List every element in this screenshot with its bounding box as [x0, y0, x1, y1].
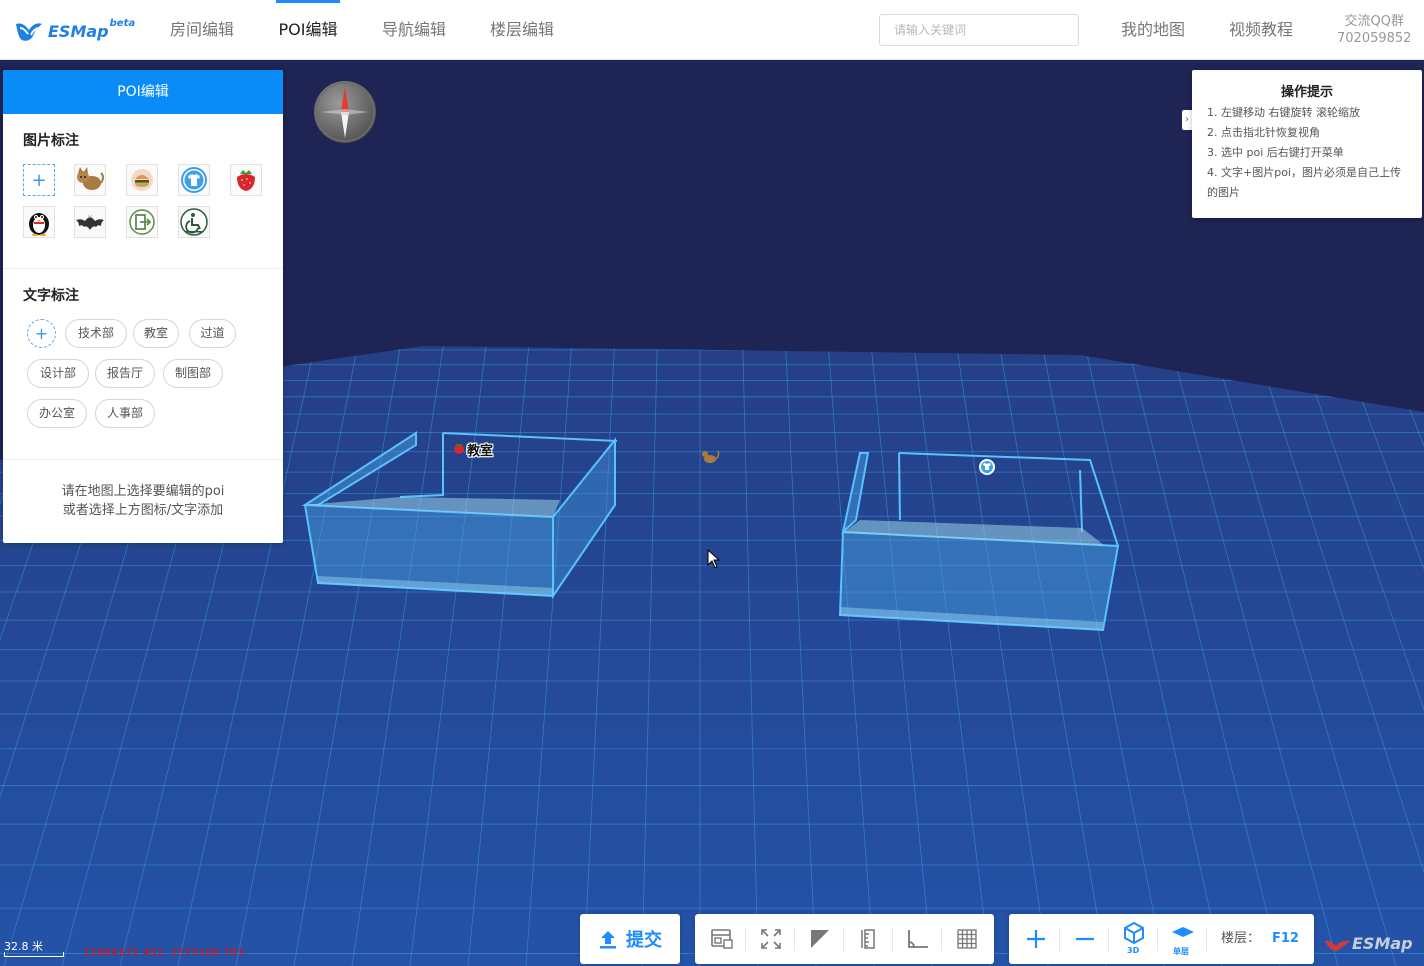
logo-bird-icon — [16, 23, 42, 41]
plus-icon — [1026, 930, 1045, 948]
operation-tips-panel: 操作提示 1. 左键移动 右键旋转 滚轮缩放 2. 点击指北针恢复视角 3. 选… — [1192, 70, 1422, 218]
view-3d-label: 3D — [1127, 946, 1140, 955]
text-tag-drafting-dept[interactable]: 制图部 — [163, 359, 223, 388]
tips-title: 操作提示 — [1280, 85, 1333, 100]
cube-icon — [1123, 922, 1144, 944]
tab-poi-edit[interactable]: POI编辑 — [276, 0, 340, 60]
poi-edit-panel: POI编辑 图片标注 + 文字标注 + 技术部 教室 过道 设计部 报告厅 制图… — [3, 70, 283, 543]
ruler-icon[interactable] — [844, 914, 893, 964]
watermark-text: ESMap — [1352, 934, 1413, 953]
text-section-title: 文字标注 — [23, 288, 79, 304]
angle-icon[interactable] — [893, 914, 942, 964]
submit-button[interactable]: 提交 — [580, 914, 680, 964]
tool-group — [695, 914, 994, 964]
coordinates-readout: 12684372.452, 2575106.793 — [83, 946, 244, 959]
logo[interactable]: ESMap beta — [14, 18, 135, 44]
scale-bar — [4, 952, 64, 957]
tips-item: 1. 左键移动 右键旋转 滚轮缩放 — [1207, 106, 1360, 119]
fullscreen-icon[interactable] — [746, 914, 795, 964]
zoom-in-button[interactable] — [1011, 914, 1060, 964]
text-tag-corridor[interactable]: 过道 — [189, 319, 236, 348]
qq-group-number: 702059852 — [1337, 31, 1412, 46]
penguin-icon[interactable] — [23, 206, 55, 238]
layout-icon[interactable] — [697, 914, 746, 964]
text-tag-classroom[interactable]: 教室 — [133, 319, 179, 348]
wheelchair-icon[interactable] — [178, 206, 210, 238]
bat-icon[interactable] — [74, 206, 106, 238]
panel-hint: 请在地图上选择要编辑的poi 或者选择上方图标/文字添加 — [3, 482, 283, 520]
logo-text: ESMap — [48, 22, 109, 41]
mouse-cursor-icon — [707, 549, 721, 569]
tool-separator — [1206, 927, 1207, 951]
tips-item: 2. 点击指北针恢复视角 — [1207, 126, 1320, 139]
strawberry-icon[interactable] — [230, 164, 262, 196]
search-input[interactable] — [879, 14, 1079, 46]
tshirt-poi-marker[interactable] — [979, 459, 995, 475]
panel-divider — [3, 268, 283, 269]
my-map-link[interactable]: 我的地图 — [1121, 0, 1185, 60]
tshirt-icon[interactable] — [178, 164, 210, 196]
tab-floor-edit[interactable]: 楼层编辑 — [480, 0, 564, 60]
single-floor-label: 单层 — [1173, 947, 1189, 956]
video-tutorial-link[interactable]: 视频教程 — [1229, 0, 1293, 60]
logo-beta: beta — [109, 18, 136, 29]
floor-label: 楼层： — [1221, 931, 1261, 946]
text-tag-hr-dept[interactable]: 人事部 — [95, 399, 155, 428]
view-3d-button[interactable] — [1109, 914, 1158, 964]
panel-hint-line1: 请在地图上选择要编辑的poi — [61, 484, 225, 499]
triangle-icon[interactable] — [795, 914, 844, 964]
exit-icon[interactable] — [126, 206, 158, 238]
text-tag-office[interactable]: 办公室 — [27, 399, 87, 428]
text-tag-tech-dept[interactable]: 技术部 — [65, 319, 127, 348]
watermark-bird-icon — [1325, 940, 1351, 951]
panel-divider — [3, 459, 283, 460]
tab-nav-edit[interactable]: 导航编辑 — [372, 0, 456, 60]
watermark-logo: ESMap — [1324, 934, 1413, 953]
view-control-group: 3D 单层 楼层： F12 — [1009, 914, 1314, 964]
upload-icon — [600, 931, 616, 949]
tips-item: 4. 文字+图片poi，图片必须是自己上传的图片 — [1207, 166, 1401, 199]
panel-title: POI编辑 — [3, 70, 283, 114]
text-tag-lecture-hall[interactable]: 报告厅 — [95, 359, 155, 388]
poi-label-classroom[interactable]: 教室 — [467, 440, 493, 459]
grid-icon[interactable] — [942, 914, 991, 964]
image-section-title: 图片标注 — [23, 133, 79, 149]
cat-icon[interactable] — [74, 164, 106, 196]
tab-room-edit[interactable]: 房间编辑 — [160, 0, 244, 60]
panel-hint-line2: 或者选择上方图标/文字添加 — [62, 503, 224, 518]
burger-icon[interactable] — [126, 164, 158, 196]
qq-group-label: 交流QQ群 — [1344, 14, 1404, 29]
submit-label: 提交 — [626, 930, 662, 951]
layer-icon — [1171, 927, 1194, 937]
strawberry-poi-marker[interactable] — [454, 443, 464, 454]
qq-group: 交流QQ群 702059852 — [1337, 13, 1411, 47]
top-bar: ESMap beta 房间编辑 POI编辑 导航编辑 楼层编辑 我的地图 视频教… — [0, 0, 1424, 60]
tips-item: 3. 选中 poi 后右键打开菜单 — [1207, 146, 1344, 159]
zoom-out-button[interactable] — [1060, 914, 1109, 964]
minus-icon — [1075, 937, 1094, 941]
text-tag-design-dept[interactable]: 设计部 — [27, 359, 89, 388]
compass-icon[interactable] — [313, 80, 377, 144]
floor-selector[interactable]: F12 — [1272, 914, 1299, 964]
add-image-icon[interactable]: + — [23, 164, 55, 196]
tips-collapse-toggle[interactable]: › — [1182, 110, 1192, 130]
add-text-tag-button[interactable]: + — [27, 319, 56, 348]
